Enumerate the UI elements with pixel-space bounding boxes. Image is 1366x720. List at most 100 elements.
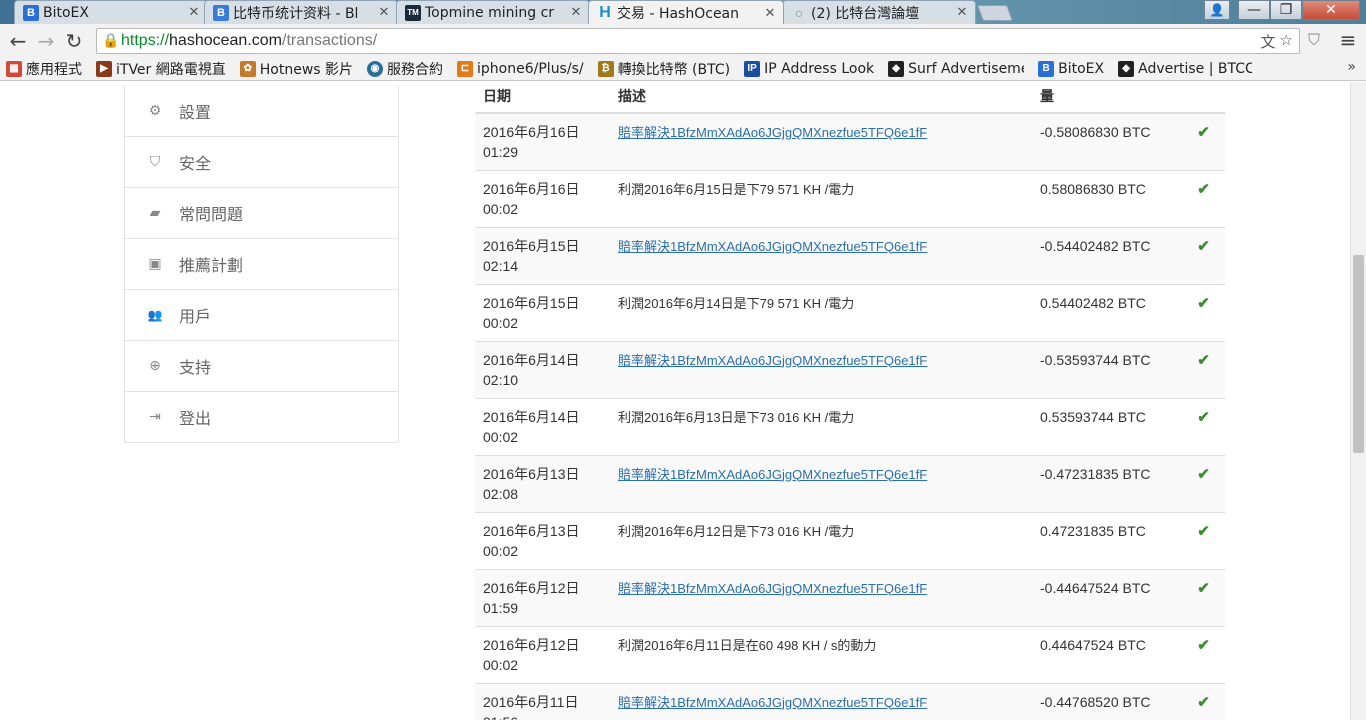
sidebar-item-referral[interactable]: ▣ 推薦計劃 [125, 238, 398, 289]
status-cell: ✔ [1182, 625, 1225, 683]
description-cell: 賠率解決1BfzMmXAdAo6JGjgQMXnezfue5TFQ6e1fF [610, 340, 1032, 398]
hotnews-icon: ✿ [239, 60, 256, 77]
date-text: 2016年6月13日 [483, 522, 580, 539]
status-cell: ✔ [1182, 454, 1225, 512]
close-icon[interactable]: ✕ [955, 5, 969, 20]
bookmark-hotnews[interactable]: ✿ Hotnews 影片 [239, 59, 353, 79]
menu-button[interactable]: ≡ [1334, 26, 1362, 54]
date-cell: 2016年6月14日 02:10 [475, 340, 610, 398]
amount-cell: -0.58086830 BTC [1032, 112, 1182, 170]
date-text: 2016年6月14日 [483, 351, 580, 368]
column-header-date: 日期 [475, 82, 610, 114]
settlement-link[interactable]: 賠率解決1BfzMmXAdAo6JGjgQMXnezfue5TFQ6e1fF [618, 581, 927, 596]
tab-topmine[interactable]: TM Topmine mining cr ✕ [396, 0, 590, 24]
check-icon: ✔ [1197, 579, 1210, 597]
check-icon: ✔ [1197, 351, 1210, 369]
tab-title: (2) 比特台灣論壇 [811, 5, 920, 22]
sidebar-item-label: 登出 [179, 409, 212, 428]
star-icon[interactable]: ☆ [1280, 31, 1293, 52]
bookmark-ip-lookup[interactable]: IP IP Address Look [744, 60, 874, 77]
tab-blockchain-stats[interactable]: B 比特币统计资料 - Bl ✕ [204, 0, 398, 24]
sidebar-item-users[interactable]: 👥 用戶 [125, 289, 398, 340]
forward-button[interactable]: → [32, 27, 60, 55]
tab-title: 交易 - HashOcean [617, 6, 740, 22]
sidebar-item-label: 推薦計劃 [179, 256, 244, 275]
close-window-button[interactable]: ✕ [1302, 0, 1360, 20]
bookmark-itver[interactable]: ▶ iTVer 網路電視直 [96, 59, 226, 79]
tab-bitoex[interactable]: B BitoEX ✕ [14, 0, 208, 24]
blockchain-favicon-icon: B [213, 4, 229, 21]
time-text: 00:02 [483, 428, 519, 445]
address-bar[interactable]: 🔒 https://hashocean.com/transactions/ 文 … [96, 28, 1300, 54]
bookmark-surf[interactable]: ◆ Surf Advertiseme [888, 60, 1024, 77]
money-icon: ▣ [148, 256, 162, 272]
tab-hashocean-transactions[interactable]: H 交易 - HashOcean ✕ [588, 0, 784, 24]
date-cell: 2016年6月14日 00:02 [475, 397, 610, 455]
sidebar-item-logout[interactable]: ⇥ 登出 [125, 391, 398, 442]
settlement-link[interactable]: 賠率解決1BfzMmXAdAo6JGjgQMXnezfue5TFQ6e1fF [618, 125, 927, 140]
page-content: ⚙ 設置 ⛉ 安全 ▰ 常問問題 ▣ 推薦計劃 👥 用戶 ⊕ 支持 ⇥ 登出 日… [0, 82, 1350, 720]
bookmark-apps[interactable]: ▦ 應用程式 [6, 59, 82, 79]
table-row: 2016年6月16日 00:02 利潤2016年6月15日是下79 571 KH /… [475, 169, 1225, 227]
amount-text: 0.44647524 BTC [1040, 636, 1146, 653]
time-text: 00:02 [483, 314, 519, 331]
tab-bitcoin-forum[interactable]: ○ (2) 比特台灣論壇 ✕ [782, 0, 976, 24]
status-cell: ✔ [1182, 340, 1225, 398]
check-icon: ✔ [1197, 465, 1210, 483]
profit-description: 利潤2016年6月11日是在60 498 KH / s的動力 [618, 637, 877, 653]
close-icon[interactable]: ✕ [763, 6, 777, 21]
url-text[interactable]: https://hashocean.com/transactions/ [121, 32, 377, 50]
table-row: 2016年6月12日 00:02 利潤2016年6月11日是在60 498 KH /… [475, 625, 1225, 683]
bookmark-bitoex[interactable]: B BitoEX [1038, 60, 1104, 77]
user-icon[interactable]: 👤 [1204, 0, 1230, 20]
transactions-body: 2016年6月16日 01:29 賠率解決1BfzMmXAdAo6JGjgQMXne… [475, 112, 1225, 720]
amount-cell: -0.53593744 BTC [1032, 340, 1182, 398]
time-text: 01:59 [483, 599, 519, 616]
bookmarks-overflow-button[interactable]: » [1347, 59, 1356, 75]
close-icon[interactable]: ✕ [569, 5, 583, 20]
date-text: 2016年6月16日 [483, 124, 580, 140]
ip-icon: IP [744, 60, 761, 77]
account-sidebar: ⚙ 設置 ⛉ 安全 ▰ 常問問題 ▣ 推薦計劃 👥 用戶 ⊕ 支持 ⇥ 登出 [124, 85, 399, 443]
close-icon[interactable]: ✕ [377, 5, 391, 20]
close-icon[interactable]: ✕ [187, 5, 201, 20]
amount-text: 0.58086830 BTC [1040, 180, 1146, 197]
sidebar-item-support[interactable]: ⊕ 支持 [125, 340, 398, 391]
page-scrollbar[interactable] [1350, 82, 1366, 720]
table-row: 2016年6月15日 00:02 利潤2016年6月14日是下79 571 KH /… [475, 283, 1225, 341]
book-icon: ▰ [149, 205, 161, 221]
maximize-button[interactable]: ❐ [1270, 0, 1302, 20]
settlement-link[interactable]: 賠率解決1BfzMmXAdAo6JGjgQMXnezfue5TFQ6e1fF [618, 353, 927, 368]
signout-icon: ⇥ [149, 409, 161, 425]
bookmark-service[interactable]: ◉ 服務合約 [367, 59, 443, 79]
amount-text: -0.47231835 BTC [1040, 465, 1151, 482]
topmine-favicon-icon: TM [405, 4, 421, 21]
status-cell: ✔ [1182, 397, 1225, 455]
column-header-description: 描述 [610, 82, 1032, 114]
check-icon: ✔ [1197, 237, 1210, 255]
sidebar-item-security[interactable]: ⛉ 安全 [125, 136, 398, 187]
bookmark-iphone[interactable]: ⊏ iphone6/Plus/s/ [457, 60, 584, 77]
amount-cell: 0.53593744 BTC [1032, 397, 1182, 455]
lock-icon: 🔒 [102, 33, 120, 49]
minimize-button[interactable]: — [1238, 0, 1270, 20]
bookmark-btc-convert[interactable]: ₿ 轉換比特幣 (BTC) [597, 59, 730, 79]
check-icon: ✔ [1197, 180, 1210, 198]
sidebar-item-faq[interactable]: ▰ 常問問題 [125, 187, 398, 238]
date-cell: 2016年6月11日 01:56 [475, 682, 610, 720]
settlement-link[interactable]: 賠率解決1BfzMmXAdAo6JGjgQMXnezfue5TFQ6e1fF [618, 239, 927, 254]
bookmark-btcc[interactable]: ◆ Advertise | BTCC [1118, 60, 1252, 77]
date-cell: 2016年6月16日 00:02 [475, 169, 610, 227]
back-button[interactable]: ← [4, 27, 32, 55]
date-cell: 2016年6月13日 00:02 [475, 511, 610, 569]
time-text: 02:10 [483, 371, 519, 388]
sidebar-item-settings[interactable]: ⚙ 設置 [125, 85, 398, 136]
shield-icon[interactable]: ⛉ [1308, 30, 1320, 50]
new-tab-button[interactable] [977, 5, 1013, 21]
settlement-link[interactable]: 賠率解決1BfzMmXAdAo6JGjgQMXnezfue5TFQ6e1fF [618, 695, 927, 710]
settlement-link[interactable]: 賠率解決1BfzMmXAdAo6JGjgQMXnezfue5TFQ6e1fF [618, 467, 927, 482]
reload-button[interactable]: ↻ [60, 27, 88, 55]
scrollbar-thumb[interactable] [1353, 255, 1364, 453]
translate-icon[interactable]: 文 [1261, 31, 1276, 52]
forum-favicon-icon: ○ [794, 4, 804, 21]
